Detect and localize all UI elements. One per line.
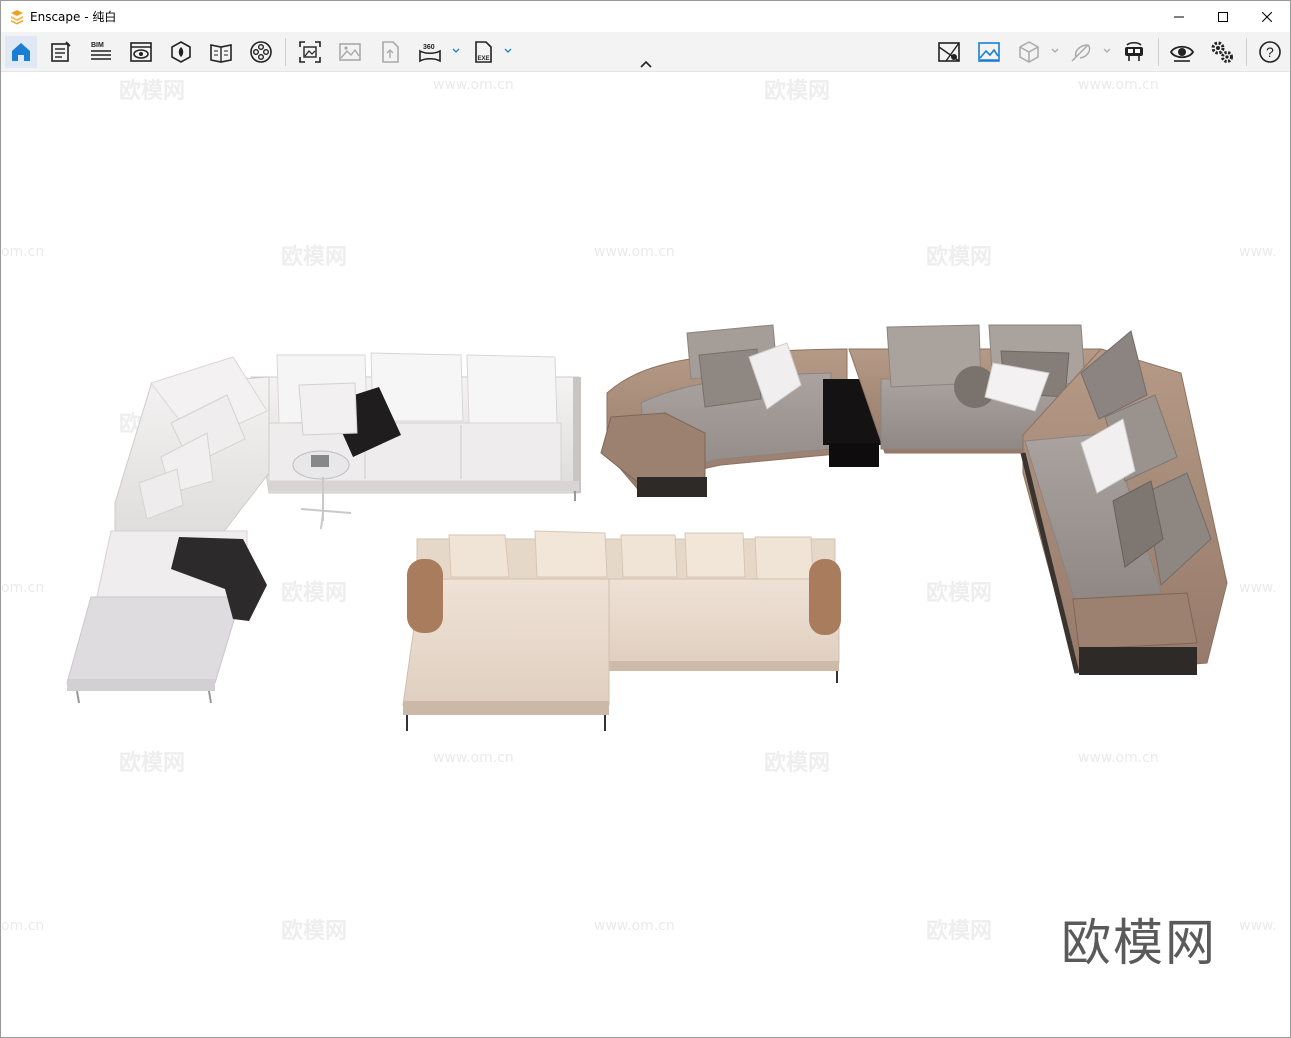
settings-icon xyxy=(1211,41,1233,63)
panorama-dropdown-icon[interactable] xyxy=(451,46,461,56)
upload-button[interactable] xyxy=(374,36,406,68)
minimize-button[interactable] xyxy=(1156,1,1202,32)
eye-icon xyxy=(1169,45,1195,62)
exe-export-icon: EXE xyxy=(475,41,492,63)
view-icon xyxy=(130,42,152,62)
vr-headset-button[interactable] xyxy=(1118,36,1150,68)
bim-button[interactable]: BIM xyxy=(85,36,117,68)
title-bar: Enscape - 纯白 xyxy=(1,1,1290,32)
feather-button[interactable] xyxy=(1065,36,1097,68)
cube-button[interactable] xyxy=(1013,36,1045,68)
screenshot-button[interactable] xyxy=(294,36,326,68)
close-button[interactable] xyxy=(1244,1,1290,32)
beige-sofa-with-chaise xyxy=(402,530,841,731)
visibility-button[interactable] xyxy=(1166,36,1198,68)
settings-button[interactable] xyxy=(1206,36,1238,68)
panorama-button[interactable]: 360 xyxy=(414,36,446,68)
svg-text:BIM: BIM xyxy=(91,42,104,49)
close-icon xyxy=(1262,11,1272,22)
bim-icon: BIM xyxy=(91,42,111,60)
image-icon xyxy=(339,43,361,61)
landscape-icon xyxy=(978,42,1000,62)
asset-library-button[interactable] xyxy=(165,36,197,68)
document-button[interactable] xyxy=(45,36,77,68)
map-button[interactable] xyxy=(933,36,965,68)
toolbar-separator xyxy=(285,38,286,66)
cube-dropdown-icon[interactable] xyxy=(1050,46,1060,56)
maximize-icon xyxy=(1218,11,1228,22)
image-button[interactable] xyxy=(334,36,366,68)
screenshot-icon xyxy=(299,41,321,63)
exe-export-button[interactable]: EXE xyxy=(467,36,499,68)
upload-icon xyxy=(382,41,399,63)
video-button[interactable] xyxy=(245,36,277,68)
asset-library-icon xyxy=(171,41,191,63)
help-button[interactable]: ? xyxy=(1254,36,1286,68)
feather-icon xyxy=(1071,43,1091,62)
help-icon: ? xyxy=(1259,41,1281,63)
enscape-logo-icon xyxy=(11,9,23,24)
book-button[interactable] xyxy=(205,36,237,68)
home-icon xyxy=(12,43,30,61)
landscape-button[interactable] xyxy=(973,36,1005,68)
svg-text:360: 360 xyxy=(423,44,435,51)
toolbar-separator xyxy=(1158,38,1159,66)
vr-headset-icon xyxy=(1125,41,1143,61)
collapse-toolbar-icon[interactable] xyxy=(637,57,655,71)
home-button[interactable] xyxy=(5,36,37,68)
sofa-scene-render xyxy=(66,324,1228,731)
render-viewport[interactable]: 欧模网 www.om.cn 欧模网 www.om.cn om.cn 欧模网 ww… xyxy=(1,73,1290,1037)
enscape-window: Enscape - 纯白 BIM 360 EXE ? 欧模网 www.om.cn… xyxy=(0,0,1291,1038)
map-icon xyxy=(938,42,960,62)
maximize-button[interactable] xyxy=(1200,1,1246,32)
toolbar-separator xyxy=(1246,38,1247,66)
view-button[interactable] xyxy=(125,36,157,68)
video-reel-icon xyxy=(250,41,272,63)
svg-text:EXE: EXE xyxy=(478,56,490,62)
svg-text:?: ? xyxy=(1266,44,1274,60)
feather-dropdown-icon[interactable] xyxy=(1102,46,1112,56)
book-icon xyxy=(210,44,232,63)
exe-export-dropdown-icon[interactable] xyxy=(503,46,513,56)
brand-watermark: 欧模网 xyxy=(1061,914,1217,972)
document-icon xyxy=(51,41,71,62)
cube-icon xyxy=(1019,41,1039,63)
panorama-360-icon: 360 xyxy=(419,44,441,63)
minimize-icon xyxy=(1174,16,1184,17)
window-title: Enscape - 纯白 xyxy=(30,10,117,24)
